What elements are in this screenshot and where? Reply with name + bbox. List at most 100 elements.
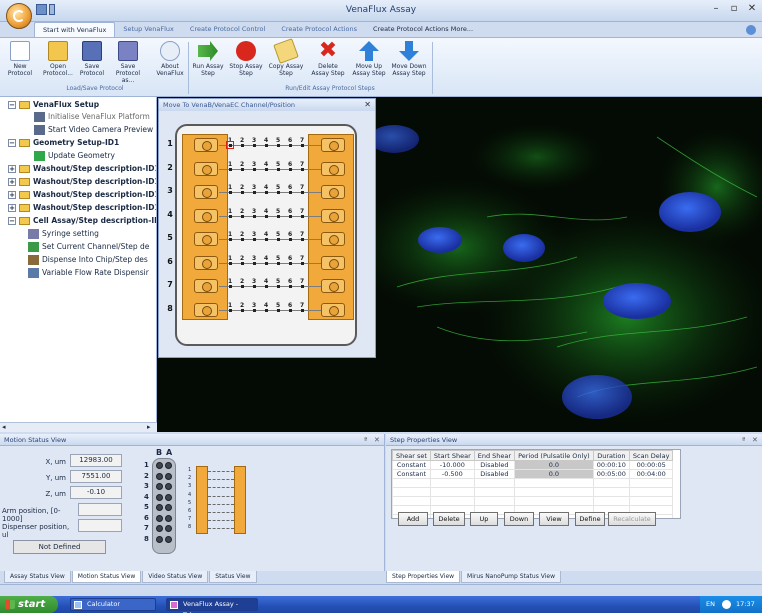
channel-position[interactable] [229, 214, 232, 218]
outlet-port[interactable] [321, 302, 345, 317]
define-step-button[interactable]: Define [575, 512, 605, 526]
channel-position[interactable] [253, 238, 256, 241]
new-protocol-button[interactable]: New Protocol [2, 41, 38, 83]
minimize-button[interactable]: – [708, 3, 724, 17]
step-cell[interactable]: 00:04:00 [628, 469, 674, 479]
outlet-port[interactable] [321, 185, 345, 199]
expand-icon[interactable]: + [8, 178, 16, 186]
channel-position[interactable] [277, 167, 280, 171]
z-field[interactable]: -0.10 [70, 486, 122, 499]
tree-node[interactable]: + Washout/Step description-ID1 [8, 163, 156, 175]
tree-node[interactable]: Syringe setting [28, 228, 99, 240]
task-venaflux-assay[interactable]: VenaFlux Assay - Tob... [166, 598, 258, 613]
expand-icon[interactable]: + [8, 191, 16, 199]
tab-protocol-control[interactable]: Create Protocol Control [182, 22, 273, 38]
channel-position[interactable] [253, 285, 256, 288]
tab-step-properties[interactable]: Step Properties View [386, 571, 461, 583]
tab-setup[interactable]: Setup VenaFlux [115, 22, 182, 38]
not-defined-button[interactable]: Not Defined [13, 540, 106, 554]
move-down-assay-step-button[interactable]: Move Down Assay Step [391, 41, 427, 83]
channel-position[interactable] [229, 191, 232, 194]
tree-node[interactable]: Update Geometry [34, 150, 115, 162]
step-column-header[interactable]: Duration [592, 450, 630, 461]
channel-position[interactable] [253, 191, 256, 194]
channel-position[interactable] [301, 285, 304, 288]
tree-node[interactable]: + Washout/Step description-ID1 [8, 202, 156, 214]
tree-node[interactable]: − Geometry Setup-ID1 [8, 137, 119, 149]
step-cell[interactable]: 00:00:10 [592, 460, 630, 470]
open-protocol-button[interactable]: Open Protocol... [40, 41, 76, 83]
language-indicator[interactable]: EN [706, 596, 715, 613]
tab-motion-status[interactable]: Motion Status View [71, 571, 142, 583]
run-assay-step-button[interactable]: Run Assay Step [190, 41, 226, 83]
dispenser-position-field[interactable] [78, 519, 122, 532]
outlet-port[interactable] [321, 232, 345, 246]
channel-position[interactable] [229, 308, 232, 312]
y-field[interactable]: 7551.00 [70, 470, 122, 483]
channel-position[interactable] [301, 214, 304, 218]
channel-position[interactable] [301, 261, 304, 265]
panel-pin-icon[interactable]: ª [742, 434, 745, 446]
channel-position[interactable] [253, 167, 256, 171]
channel-position[interactable] [289, 191, 292, 194]
save-protocol-button[interactable]: Save Protocol [74, 41, 110, 83]
step-cell[interactable]: 00:00:05 [628, 460, 674, 470]
channel-position[interactable] [265, 285, 268, 288]
tab-start[interactable]: Start with VenaFlux [34, 22, 116, 38]
inlet-port[interactable] [194, 138, 218, 152]
step-cell[interactable]: 0.0 [514, 460, 594, 470]
help-icon[interactable] [746, 25, 756, 35]
channel-position[interactable] [277, 285, 280, 288]
step-column-header[interactable]: Period (Pulsatile Only) [514, 450, 594, 461]
outlet-port[interactable] [321, 255, 345, 270]
channel-position[interactable] [301, 191, 304, 194]
inlet-port[interactable] [194, 255, 218, 270]
panel-pin-icon[interactable]: ª [364, 434, 367, 446]
channel-position[interactable] [277, 261, 280, 265]
inlet-port[interactable] [194, 302, 218, 317]
channel-position[interactable] [265, 144, 268, 147]
inlet-port[interactable] [194, 279, 218, 293]
channel-position[interactable] [241, 261, 244, 265]
channel-position[interactable] [265, 167, 268, 171]
copy-assay-step-button[interactable]: Copy Assay Step [268, 38, 304, 83]
channel-position[interactable] [301, 308, 304, 312]
step-column-header[interactable]: End Shear [473, 450, 516, 461]
inlet-port[interactable] [194, 208, 218, 223]
stop-assay-step-button[interactable]: Stop Assay Step [228, 41, 264, 83]
channel-position[interactable] [289, 238, 292, 241]
channel-position[interactable] [289, 167, 292, 171]
channel-position[interactable] [265, 191, 268, 194]
scroll-right-icon[interactable]: ▸ [147, 423, 151, 431]
x-field[interactable]: 12983.00 [70, 454, 122, 467]
step-cell[interactable]: 0.0 [514, 469, 594, 479]
channel-position[interactable] [253, 214, 256, 218]
tree-node[interactable]: Set Current Channel/Step de [28, 241, 149, 253]
tree-node[interactable]: Initialise VenaFlux Platform [34, 111, 150, 123]
add-step-button[interactable]: Add [398, 512, 428, 526]
inlet-port[interactable] [194, 185, 218, 199]
tree-node[interactable]: + Washout/Step description-ID1 [8, 176, 156, 188]
tab-video-status[interactable]: Video Status View [142, 571, 209, 583]
channel-position[interactable] [229, 167, 232, 171]
channel-position[interactable] [229, 285, 232, 288]
outlet-port[interactable] [321, 208, 345, 223]
tab-protocol-actions[interactable]: Create Protocol Actions [273, 22, 365, 38]
tab-assay-status[interactable]: Assay Status View [4, 571, 71, 583]
channel-position[interactable] [253, 308, 256, 312]
up-step-button[interactable]: Up [470, 512, 498, 526]
collapse-icon[interactable]: − [8, 101, 16, 109]
channel-position[interactable] [265, 214, 268, 218]
maximize-button[interactable]: ▫ [726, 3, 742, 17]
step-column-header[interactable]: Shear set [392, 450, 431, 461]
step-table-row[interactable]: Constant -0.500 Disabled 0.0 00:05:00 00:04:0… [392, 469, 674, 479]
step-cell[interactable]: Constant [392, 469, 431, 479]
arm-position-field[interactable] [78, 503, 122, 516]
channel-position[interactable] [289, 144, 292, 147]
expand-icon[interactable]: + [8, 165, 16, 173]
channel-position[interactable] [241, 191, 244, 194]
tree-node[interactable]: − Cell Assay/Step description-ID1 [8, 215, 156, 227]
channel-position[interactable] [277, 144, 280, 147]
channel-position[interactable] [241, 238, 244, 241]
tab-protocol-actions-more[interactable]: Create Protocol Actions More... [365, 22, 481, 38]
